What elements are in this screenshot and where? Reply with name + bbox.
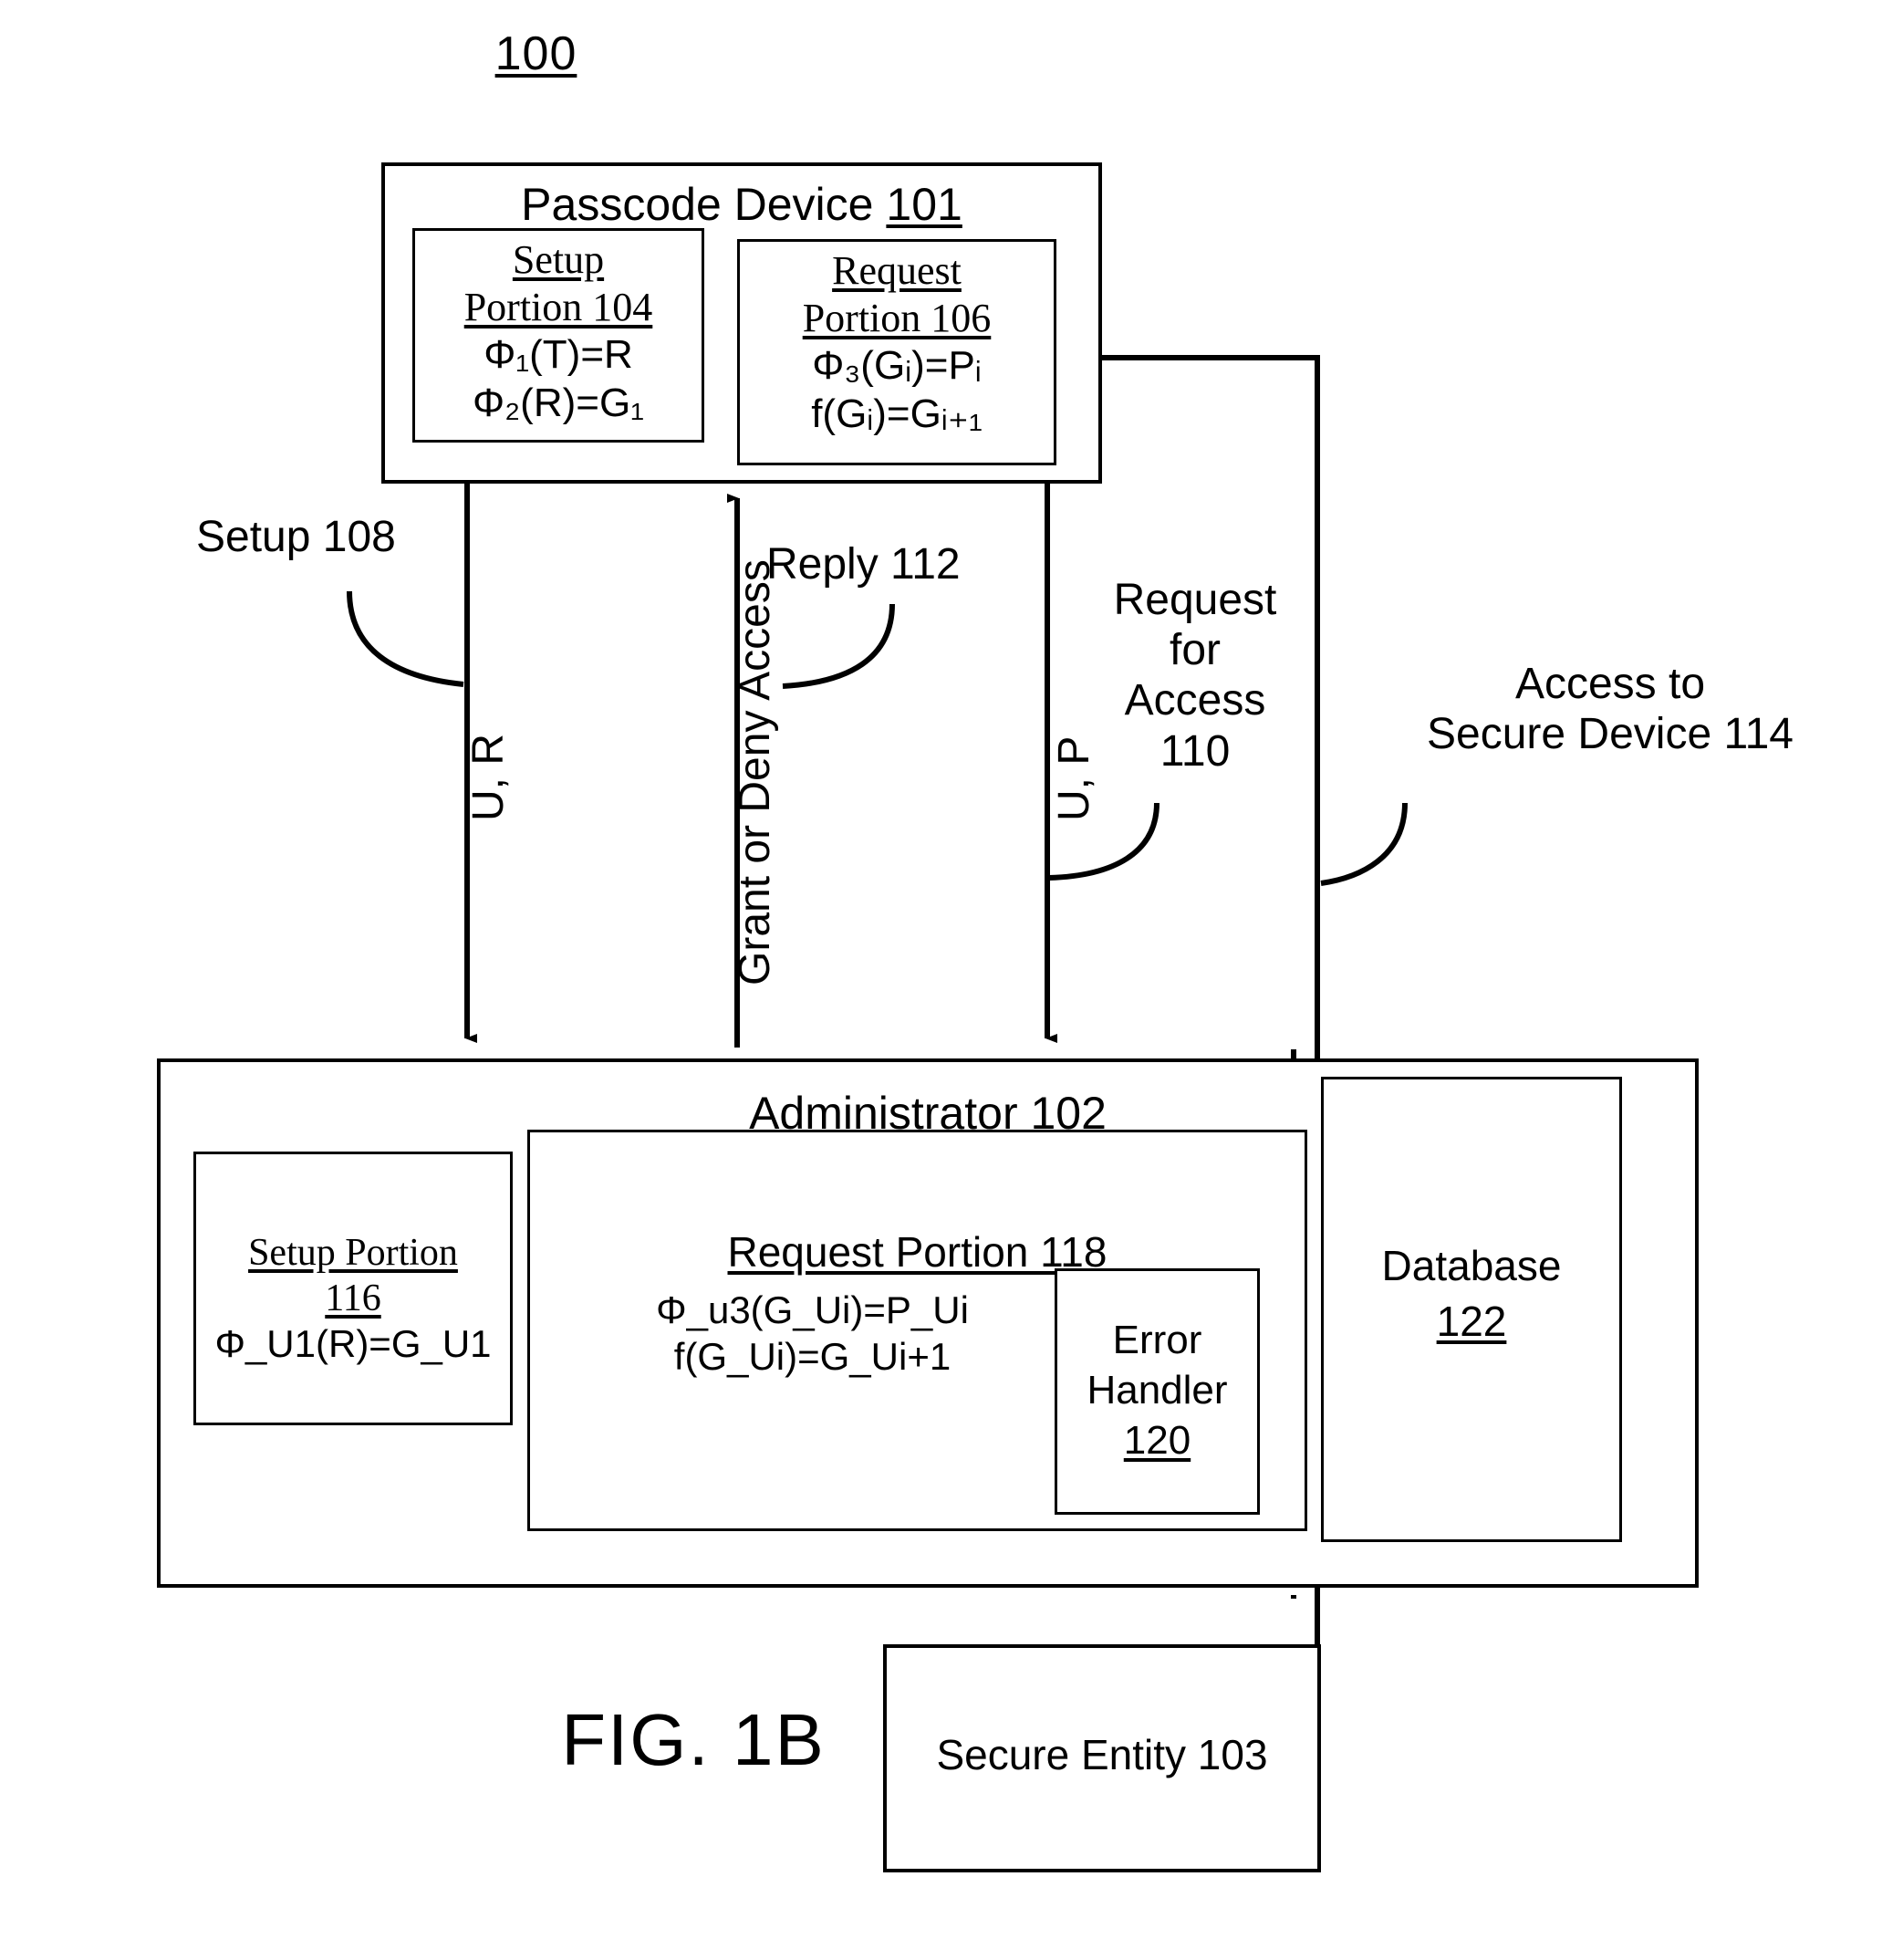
figure-number: 100: [494, 27, 577, 80]
setup-payload-label: U, R: [464, 734, 513, 821]
setup-portion-104-formula-1: Φ₁(T)=R: [484, 331, 633, 377]
database-line1: Database: [1381, 1242, 1562, 1289]
request-for-access-label: Request for Access 110: [1095, 575, 1295, 777]
request-portion-106-head-line2: Portion 106: [802, 295, 992, 340]
access-to-secure-device-label: Access to Secure Device 114: [1396, 659, 1825, 759]
grant-or-deny-access-label: Grant or Deny Access: [731, 559, 779, 985]
request-for-access-line4: 110: [1159, 726, 1231, 776]
passcode-device-title-text: Passcode Device: [521, 179, 874, 230]
access-to-secure-device-line2: Secure Device 114: [1427, 710, 1794, 759]
setup-flow-label: Setup 108: [196, 513, 396, 561]
passcode-device-title: Passcode Device 101: [381, 179, 1102, 230]
setup-portion-116-head-line1: Setup Portion: [248, 1232, 458, 1274]
secure-access-leader: [1320, 802, 1408, 886]
passcode-device-ref: 101: [886, 179, 962, 230]
secure-entity-label: Secure Entity 103: [936, 1731, 1268, 1778]
request-for-access-line3: Access: [1124, 676, 1266, 725]
setup-portion-104-head-line1: Setup: [512, 237, 605, 282]
request-payload-label: U, P: [1050, 735, 1098, 821]
request-portion-106-head-line1: Request: [832, 248, 962, 293]
setup-leader: [347, 590, 464, 687]
reply-flow-label: Reply 112: [766, 540, 961, 589]
figure-caption: FIG. 1B: [561, 1699, 826, 1780]
request-portion-118-head: Request Portion 118: [727, 1228, 1107, 1276]
setup-portion-116-head-line2: 116: [325, 1277, 381, 1319]
setup-portion-104-formula-2: Φ₂(R)=G₁: [472, 380, 645, 425]
setup-portion-116-formula-1: Φ_U1(R)=G_U1: [214, 1322, 492, 1366]
request-for-access-line2: for: [1169, 626, 1221, 675]
reply-leader: [782, 603, 895, 689]
setup-portion-104-box: Setup Portion 104 Φ₁(T)=R Φ₂(R)=G₁: [412, 228, 704, 443]
error-handler-line2: Handler: [1087, 1368, 1228, 1413]
error-handler-ref: 120: [1123, 1418, 1191, 1463]
request-portion-106-box: Request Portion 106 Φ₃(Gᵢ)=Pᵢ f(Gᵢ)=Gᵢ₊₁: [737, 239, 1056, 465]
access-to-secure-device-line1: Access to: [1514, 660, 1706, 708]
error-handler-120-box: Error Handler 120: [1055, 1268, 1260, 1515]
request-portion-106-formula-1: Φ₃(Gᵢ)=Pᵢ: [812, 342, 982, 388]
database-ref: 122: [1436, 1297, 1507, 1345]
database-122-box: Database 122: [1321, 1077, 1622, 1542]
request-portion-106-formula-2: f(Gᵢ)=Gᵢ₊₁: [811, 391, 983, 436]
request-for-access-line1: Request: [1113, 576, 1277, 624]
patent-figure-1b: 100 Passcode Device 101 Setup Portion 10…: [0, 0, 1903, 1960]
setup-portion-104-head-line2: Portion 104: [463, 284, 653, 329]
error-handler-line1: Error: [1112, 1318, 1202, 1362]
setup-portion-116-box: Setup Portion 116 Φ_U1(R)=G_U1: [193, 1152, 513, 1425]
